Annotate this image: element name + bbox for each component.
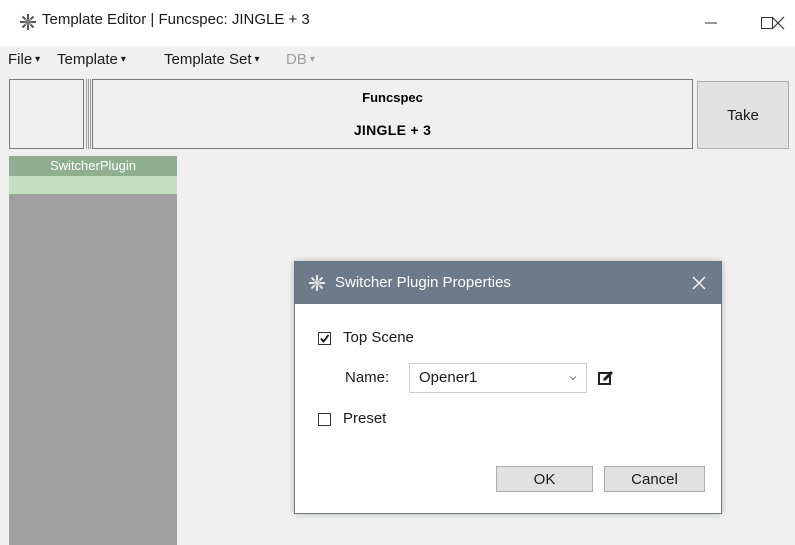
close-icon [771, 16, 785, 30]
take-button[interactable]: Take [697, 81, 789, 149]
header-value: JINGLE + 3 [353, 122, 432, 138]
funcspec-header: Funcspec JINGLE + 3 [92, 79, 693, 149]
sprocket-icon [20, 14, 36, 30]
switcher-plugin-properties-dialog: Switcher Plugin Properties Top Scene Nam… [294, 261, 722, 514]
ok-button[interactable]: OK [496, 466, 593, 492]
menu-bar: File ▾ Template ▾ Template Set ▾ DB ▾ [0, 46, 795, 74]
top-scene-checkbox[interactable] [318, 332, 331, 345]
dialog-close-button[interactable] [689, 273, 709, 293]
menu-db[interactable]: DB ▾ [286, 51, 315, 68]
minimize-icon [705, 22, 717, 24]
preset-checkbox[interactable] [318, 413, 331, 426]
menu-template[interactable]: Template ▾ [57, 51, 126, 68]
cancel-button[interactable]: Cancel [604, 466, 705, 492]
menu-template-set-label: Template Set [164, 51, 252, 68]
name-dropdown[interactable]: Opener1 [409, 363, 587, 393]
window-title: Template Editor | Funcspec: JINGLE + 3 [42, 11, 310, 28]
plugin-list-item[interactable] [9, 176, 177, 194]
dialog-title-bar: Switcher Plugin Properties [295, 262, 721, 304]
chevron-down-icon [569, 376, 577, 381]
preset-label[interactable]: Preset [343, 410, 386, 427]
close-icon [692, 276, 706, 290]
name-dropdown-value: Opener1 [419, 369, 478, 386]
minimize-button[interactable] [683, 0, 739, 46]
header-left-panel [9, 79, 84, 149]
menu-template-label: Template [57, 51, 118, 68]
menu-template-set[interactable]: Template Set ▾ [164, 51, 260, 68]
close-button[interactable] [771, 0, 795, 46]
checkmark-icon [320, 334, 330, 343]
title-bar: Template Editor | Funcspec: JINGLE + 3 [0, 0, 795, 46]
splitter-grip[interactable] [86, 79, 91, 149]
plugin-list: SwitcherPlugin [9, 156, 177, 545]
caret-down-icon: ▾ [254, 54, 260, 65]
top-scene-label[interactable]: Top Scene [343, 329, 414, 346]
menu-db-label: DB [286, 51, 307, 68]
caret-down-icon: ▾ [35, 54, 41, 65]
dialog-title: Switcher Plugin Properties [335, 274, 511, 291]
sprocket-icon [309, 275, 325, 291]
name-label: Name: [345, 369, 390, 386]
menu-file[interactable]: File ▾ [8, 51, 40, 68]
caret-down-icon: ▾ [309, 54, 315, 65]
edit-icon[interactable] [597, 369, 615, 387]
header-label: Funcspec [362, 90, 423, 105]
menu-file-label: File [8, 51, 33, 68]
plugin-list-header[interactable]: SwitcherPlugin [9, 156, 177, 176]
caret-down-icon: ▾ [120, 54, 126, 65]
